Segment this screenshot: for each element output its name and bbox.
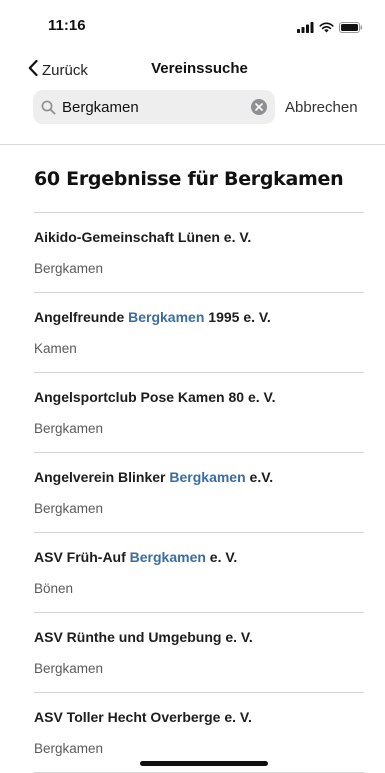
search-row: Bergkamen Abbrechen <box>33 89 385 125</box>
cellular-signal-icon <box>297 20 314 38</box>
list-item[interactable]: Angelfreunde Bergkamen 1995 e. V. Kamen <box>34 292 364 372</box>
cancel-button[interactable]: Abbrechen <box>285 99 358 116</box>
result-city: Bergkamen <box>34 501 104 516</box>
battery-icon <box>339 20 363 38</box>
home-indicator[interactable] <box>140 761 268 766</box>
result-name: Angelverein Blinker Bergkamen e.V. <box>34 469 274 485</box>
result-list: Aikido-Gemeinschaft Lünen e. V. Bergkame… <box>34 212 364 773</box>
status-bar: 11:16 <box>0 0 385 50</box>
result-city: Bönen <box>34 581 74 596</box>
header-divider <box>0 144 385 145</box>
list-item[interactable]: ASV Früh-Auf Bergkamen e. V. Bönen <box>34 532 364 612</box>
list-item[interactable]: Angelverein Blinker Bergkamen e.V. Bergk… <box>34 452 364 532</box>
status-icons <box>297 20 363 38</box>
result-name: Aikido-Gemeinschaft Lünen e. V. <box>34 229 252 245</box>
result-city: Bergkamen <box>34 661 104 676</box>
list-item[interactable]: Aikido-Gemeinschaft Lünen e. V. Bergkame… <box>34 212 364 292</box>
result-name: ASV Toller Hecht Overberge e. V. <box>34 709 252 725</box>
result-name: Angelsportclub Pose Kamen 80 e. V. <box>34 389 276 405</box>
results-heading: 60 Ergebnisse für Bergkamen <box>34 168 344 190</box>
status-time: 11:16 <box>48 17 86 34</box>
search-icon <box>41 100 56 115</box>
list-item[interactable]: ASV Toller Hecht Overberge e. V. Bergkam… <box>34 692 364 772</box>
result-city: Bergkamen <box>34 741 104 756</box>
navigation-bar: Zurück Vereinssuche <box>0 54 385 84</box>
result-name: Angelfreunde Bergkamen 1995 e. V. <box>34 309 271 325</box>
search-input-value: Bergkamen <box>62 98 139 116</box>
wifi-icon <box>319 20 334 38</box>
result-city: Bergkamen <box>34 261 104 276</box>
list-item[interactable]: ASV Rünthe und Umgebung e. V. Bergkamen <box>34 612 364 692</box>
result-name: ASV Rünthe und Umgebung e. V. <box>34 629 253 645</box>
search-input[interactable]: Bergkamen <box>33 90 275 124</box>
result-name: ASV Früh-Auf Bergkamen e. V. <box>34 549 238 565</box>
result-city: Kamen <box>34 341 77 356</box>
result-city: Bergkamen <box>34 421 104 436</box>
clear-search-icon[interactable] <box>251 99 267 115</box>
page-title: Vereinssuche <box>151 60 248 77</box>
list-item[interactable]: Angelsportclub Pose Kamen 80 e. V. Bergk… <box>34 372 364 452</box>
